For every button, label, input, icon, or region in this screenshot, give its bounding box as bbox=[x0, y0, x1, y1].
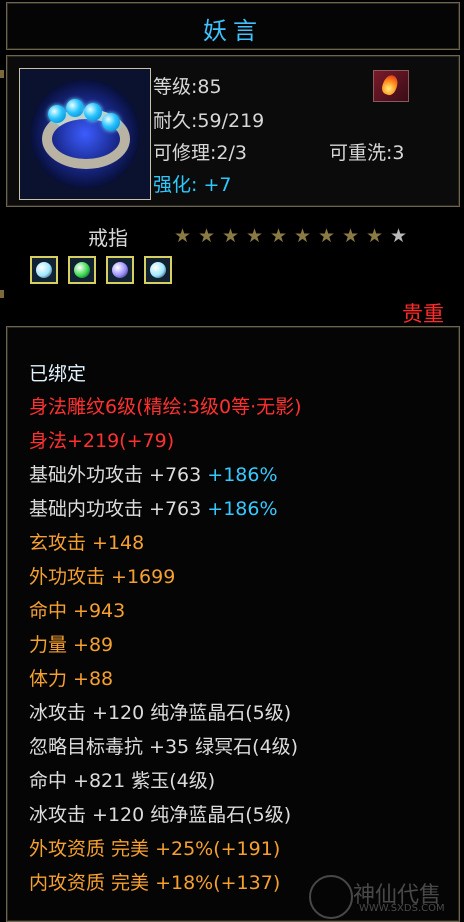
base-ext-attack-text: 基础外功攻击 +763 bbox=[29, 464, 202, 486]
item-header-panel: 等级:85 耐久:59/219 可修理:2/3 可重洗:3 强化: +7 bbox=[6, 55, 460, 207]
star-filled-icon: ★ bbox=[174, 225, 192, 247]
level-label: 等级:85 bbox=[153, 76, 222, 98]
base-ext-attack-pct: +186% bbox=[207, 464, 278, 486]
ext-attack-line: 外功攻击 +1699 bbox=[29, 566, 176, 588]
left-edge-marker bbox=[0, 70, 4, 78]
item-type-label: 戒指 bbox=[88, 226, 128, 250]
star-filled-icon: ★ bbox=[198, 225, 216, 247]
gem-hit-line: 命中 +821 紫玉(4级) bbox=[29, 770, 216, 792]
int-quality-line: 内攻资质 完美 +18%(+137) bbox=[29, 872, 281, 894]
left-edge-marker bbox=[0, 290, 4, 298]
item-details-panel: 已绑定 身法雕纹6级(精绘:3级0等·无影) 身法+219(+79) 基础外功攻… bbox=[6, 326, 460, 922]
stamina-line: 体力 +88 bbox=[29, 668, 114, 690]
star-empty-icon: ★ bbox=[390, 225, 408, 247]
hit-line: 命中 +943 bbox=[29, 600, 126, 622]
base-int-attack-pct: +186% bbox=[207, 498, 278, 520]
durability-label: 耐久:59/219 bbox=[153, 110, 265, 132]
watermark-logo: 神仙代售 WWW.SXDS.COM bbox=[303, 871, 453, 919]
base-int-attack-line: 基础内功攻击 +763 +186% bbox=[29, 494, 278, 521]
star-filled-icon: ★ bbox=[294, 225, 312, 247]
star-filled-icon: ★ bbox=[342, 225, 360, 247]
green-leaf-gem-icon[interactable] bbox=[68, 256, 96, 284]
item-name-title: 妖言 bbox=[203, 17, 263, 45]
gem-poison-resist-line: 忽略目标毒抗 +35 绿冥石(4级) bbox=[29, 736, 299, 758]
watermark-url: WWW.SXDS.COM bbox=[359, 903, 445, 914]
ring-item-icon[interactable] bbox=[19, 68, 151, 200]
star-filled-icon: ★ bbox=[318, 225, 336, 247]
bound-status: 已绑定 bbox=[29, 363, 87, 385]
blue-crystal-gem-icon[interactable] bbox=[30, 256, 58, 284]
base-ext-attack-line: 基础外功攻击 +763 +186% bbox=[29, 460, 278, 487]
title-bar: 妖言 bbox=[6, 2, 460, 50]
base-int-attack-text: 基础内功攻击 +763 bbox=[29, 498, 202, 520]
star-filled-icon: ★ bbox=[270, 225, 288, 247]
agility-line: 身法+219(+79) bbox=[29, 430, 175, 452]
enhance-label: 强化: bbox=[153, 174, 198, 196]
engraving-line: 身法雕纹6级(精绘:3级0等·无影) bbox=[29, 396, 302, 418]
gem-ice-attack-line: 冰攻击 +120 纯净蓝晶石(5级) bbox=[29, 702, 292, 724]
star-filled-icon: ★ bbox=[222, 225, 240, 247]
enhance-label-row: 强化: +7 bbox=[153, 170, 231, 197]
purple-crystal-gem-icon[interactable] bbox=[106, 256, 134, 284]
ext-quality-line: 外攻资质 完美 +25%(+191) bbox=[29, 838, 281, 860]
enhance-value: +7 bbox=[203, 174, 232, 196]
gem-ice-attack-line-2: 冰攻击 +120 纯净蓝晶石(5级) bbox=[29, 804, 292, 826]
star-filled-icon: ★ bbox=[366, 225, 384, 247]
strength-line: 力量 +89 bbox=[29, 634, 114, 656]
blue-crystal-gem-icon[interactable] bbox=[144, 256, 172, 284]
mystic-attack-line: 玄攻击 +148 bbox=[29, 532, 145, 554]
rarity-label: 贵重 bbox=[402, 302, 444, 326]
flame-icon[interactable] bbox=[373, 70, 409, 102]
star-filled-icon: ★ bbox=[246, 225, 264, 247]
repairable-label: 可修理:2/3 bbox=[153, 142, 247, 164]
rewashable-label: 可重洗:3 bbox=[329, 142, 405, 164]
